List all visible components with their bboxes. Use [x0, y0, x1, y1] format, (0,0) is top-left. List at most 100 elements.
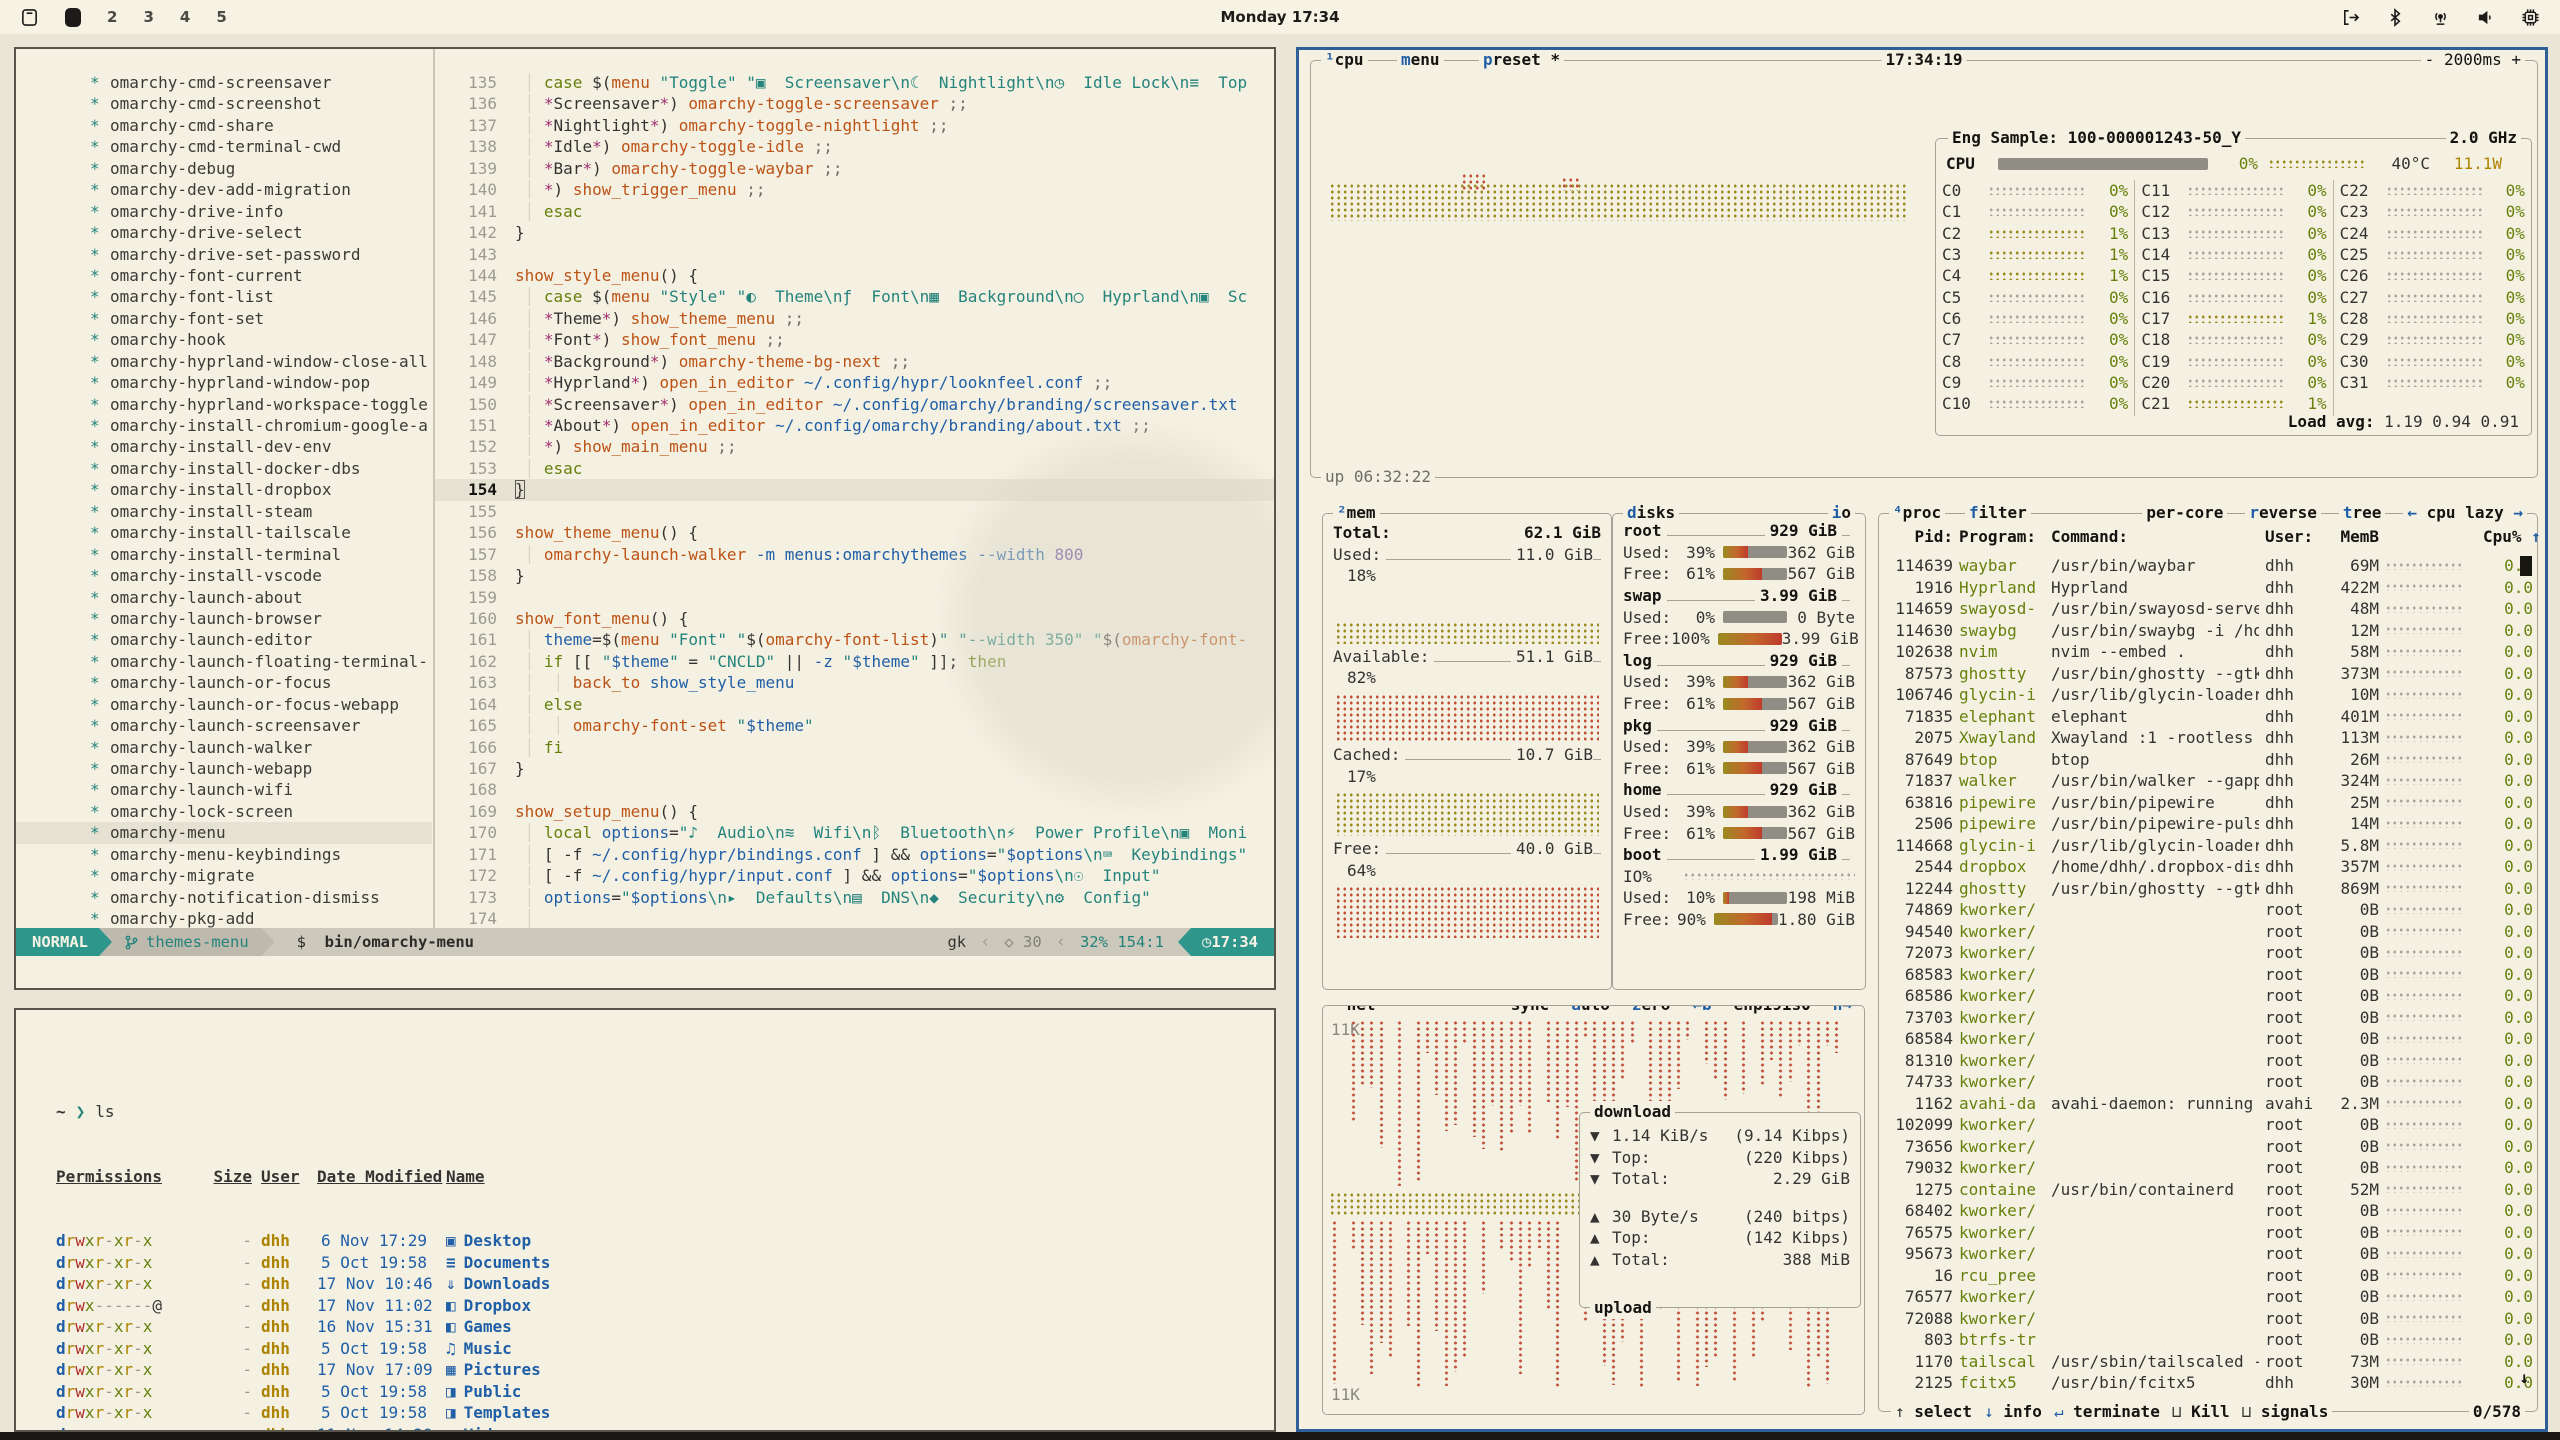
- file-item[interactable]: *omarchy-drive-set-password: [16, 244, 432, 265]
- code-line[interactable]: 138 │ *Idle*) omarchy-toggle-idle ;;: [435, 136, 1274, 157]
- proc-row[interactable]: 63816pipewire/usr/bin/pipewiredhh25M0.0: [1879, 792, 2537, 814]
- net-auto-tab[interactable]: auto: [1567, 1005, 1614, 1016]
- net-prev-iface-button[interactable]: ←b: [1688, 1005, 1715, 1016]
- proc-box-title[interactable]: ⁴proc: [1889, 502, 1945, 524]
- proc-row[interactable]: 81310kworker/root0B0.0: [1879, 1050, 2537, 1072]
- file-item[interactable]: *omarchy-cmd-screensaver: [16, 72, 432, 93]
- footer-key-select[interactable]: ↑ select: [1895, 1401, 1972, 1423]
- network-box-title[interactable]: ³net: [1333, 1005, 1380, 1016]
- proc-row[interactable]: 79032kworker/root0B0.0: [1879, 1157, 2537, 1179]
- code-line[interactable]: 174 │: [435, 908, 1274, 929]
- file-item[interactable]: *omarchy-hyprland-workspace-toggle: [16, 394, 432, 415]
- proc-row[interactable]: 1162avahi-daavahi-daemon: running [avahi…: [1879, 1093, 2537, 1115]
- file-list-pane[interactable]: *omarchy-cmd-screensaver*omarchy-cmd-scr…: [16, 72, 432, 930]
- file-item[interactable]: *omarchy-menu-keybindings: [16, 844, 432, 865]
- file-item[interactable]: *omarchy-lock-screen: [16, 801, 432, 822]
- code-line[interactable]: 167}: [435, 758, 1274, 779]
- proc-row[interactable]: 1275containe/usr/bin/containerdroot52M0.…: [1879, 1179, 2537, 1201]
- proc-row[interactable]: 71835elephantelephantdhh401M0.0: [1879, 706, 2537, 728]
- code-line[interactable]: 139 │ *Bar*) omarchy-toggle-waybar ;;: [435, 158, 1274, 179]
- proc-row[interactable]: 68586kworker/root0B0.0: [1879, 985, 2537, 1007]
- proc-row[interactable]: 106746glycin-i/usr/lib/glycin-loadersdhh…: [1879, 684, 2537, 706]
- file-item[interactable]: *omarchy-launch-floating-terminal-: [16, 651, 432, 672]
- proc-row[interactable]: 2544dropbox/home/dhh/.dropbox-distdhh357…: [1879, 856, 2537, 878]
- network-broadcast-icon[interactable]: [2431, 8, 2450, 27]
- file-item[interactable]: *omarchy-launch-wifi: [16, 779, 432, 800]
- file-item[interactable]: *omarchy-launch-or-focus: [16, 672, 432, 693]
- file-item[interactable]: *omarchy-pkg-add: [16, 908, 432, 929]
- code-line[interactable]: 159: [435, 587, 1274, 608]
- file-item[interactable]: *omarchy-notification-dismiss: [16, 887, 432, 908]
- update-interval-control[interactable]: - 2000ms +: [2421, 49, 2525, 71]
- file-item[interactable]: *omarchy-debug: [16, 158, 432, 179]
- file-item[interactable]: *omarchy-cmd-terminal-cwd: [16, 136, 432, 157]
- proc-scroll-down-indicator[interactable]: ↓: [2519, 1368, 2529, 1387]
- proc-row[interactable]: 74733kworker/root0B0.0: [1879, 1071, 2537, 1093]
- code-line[interactable]: 152 │ *) show_main_menu ;;: [435, 436, 1274, 457]
- io-tab[interactable]: io: [1828, 502, 1855, 524]
- file-item[interactable]: *omarchy-install-chromium-google-a: [16, 415, 432, 436]
- proc-row[interactable]: 803btrfs-trroot0B0.0: [1879, 1329, 2537, 1351]
- file-item[interactable]: *omarchy-font-list: [16, 286, 432, 307]
- code-line[interactable]: 149 │ *Hyprland*) open_in_editor ~/.conf…: [435, 372, 1274, 393]
- proc-row[interactable]: 76575kworker/root0B0.0: [1879, 1222, 2537, 1244]
- code-line[interactable]: 156show_theme_menu() {: [435, 522, 1274, 543]
- code-pane[interactable]: 135 │ case $(menu "Toggle" "▣ Screensave…: [435, 72, 1274, 930]
- proc-row[interactable]: 114668glycin-i/usr/lib/glycin-loadersdhh…: [1879, 835, 2537, 857]
- proc-row[interactable]: 68402kworker/root0B0.0: [1879, 1200, 2537, 1222]
- code-line[interactable]: 169show_setup_menu() {: [435, 801, 1274, 822]
- file-item[interactable]: *omarchy-install-dev-env: [16, 436, 432, 457]
- tree-tab[interactable]: tree: [2339, 502, 2386, 524]
- file-item[interactable]: *omarchy-launch-editor: [16, 629, 432, 650]
- filter-button[interactable]: filter: [1965, 502, 2031, 524]
- code-line[interactable]: 168: [435, 779, 1274, 800]
- cpu-box-title[interactable]: ¹cpu: [1321, 49, 1368, 71]
- proc-scrollbar-thumb[interactable]: [2520, 556, 2532, 576]
- preset-button[interactable]: preset *: [1479, 49, 1564, 71]
- code-line[interactable]: 150 │ *Screensaver*) open_in_editor ~/.c…: [435, 394, 1274, 415]
- proc-row[interactable]: 87573ghostty/usr/bin/ghostty --gtk-dhh37…: [1879, 663, 2537, 685]
- sort-selector[interactable]: ← cpu lazy →: [2403, 502, 2527, 524]
- memory-box-title[interactable]: ²mem: [1333, 502, 1380, 524]
- file-item[interactable]: *omarchy-launch-walker: [16, 737, 432, 758]
- file-item[interactable]: *omarchy-cmd-screenshot: [16, 93, 432, 114]
- proc-row[interactable]: 114630swaybg/usr/bin/swaybg -i /homdhh12…: [1879, 620, 2537, 642]
- net-sync-tab[interactable]: sync: [1507, 1005, 1554, 1016]
- workspace-indicator[interactable]: 5: [216, 8, 226, 26]
- file-item[interactable]: *omarchy-font-set: [16, 308, 432, 329]
- net-next-iface-button[interactable]: n→: [1829, 1005, 1856, 1016]
- code-line[interactable]: 140 │ *) show_trigger_menu ;;: [435, 179, 1274, 200]
- proc-row[interactable]: 94540kworker/root0B0.0: [1879, 921, 2537, 943]
- footer-key-info[interactable]: ↓ info: [1984, 1401, 2042, 1423]
- code-line[interactable]: 162 │ if [[ "$theme" = "CNCLD" || -z "$t…: [435, 651, 1274, 672]
- proc-row[interactable]: 68583kworker/root0B0.0: [1879, 964, 2537, 986]
- code-line[interactable]: 154}: [435, 479, 1274, 500]
- terminal-window[interactable]: ~ ❯ ls Permissions Size User Date Modifi…: [14, 1008, 1276, 1432]
- file-item[interactable]: *omarchy-font-current: [16, 265, 432, 286]
- code-line[interactable]: 160show_font_menu() {: [435, 608, 1274, 629]
- workspace-indicator[interactable]: 3: [143, 8, 153, 26]
- file-item[interactable]: *omarchy-install-vscode: [16, 565, 432, 586]
- proc-row[interactable]: 68584kworker/root0B0.0: [1879, 1028, 2537, 1050]
- footer-key-signals[interactable]: ⊔ signals: [2242, 1401, 2329, 1423]
- per-core-tab[interactable]: per-core: [2142, 502, 2227, 524]
- file-item[interactable]: *omarchy-hyprland-window-close-all: [16, 351, 432, 372]
- bluetooth-icon[interactable]: [2386, 8, 2405, 27]
- file-item[interactable]: *omarchy-hyprland-window-pop: [16, 372, 432, 393]
- editor-window[interactable]: *omarchy-cmd-screensaver*omarchy-cmd-scr…: [14, 47, 1276, 990]
- proc-row[interactable]: 72073kworker/root0B0.0: [1879, 942, 2537, 964]
- code-line[interactable]: 165 │ │ omarchy-font-set "$theme": [435, 715, 1274, 736]
- code-line[interactable]: 146 │ *Theme*) show_theme_menu ;;: [435, 308, 1274, 329]
- proc-row[interactable]: 72088kworker/root0B0.0: [1879, 1308, 2537, 1330]
- code-line[interactable]: 135 │ case $(menu "Toggle" "▣ Screensave…: [435, 72, 1274, 93]
- file-item[interactable]: *omarchy-dev-add-migration: [16, 179, 432, 200]
- proc-row[interactable]: 16rcu_preeroot0B0.0: [1879, 1265, 2537, 1287]
- file-item[interactable]: *omarchy-migrate: [16, 865, 432, 886]
- proc-row[interactable]: 2125fcitx5/usr/bin/fcitx5dhh30M0.0: [1879, 1372, 2537, 1394]
- proc-row[interactable]: 2075XwaylandXwayland :1 -rootless -dhh11…: [1879, 727, 2537, 749]
- disks-box-title[interactable]: disks: [1623, 502, 1679, 524]
- file-item[interactable]: *omarchy-launch-about: [16, 587, 432, 608]
- proc-row[interactable]: 12244ghostty/usr/bin/ghostty --gtk-dhh86…: [1879, 878, 2537, 900]
- proc-row[interactable]: 73703kworker/root0B0.0: [1879, 1007, 2537, 1029]
- proc-row[interactable]: 87649btopbtopdhh26M0.0: [1879, 749, 2537, 771]
